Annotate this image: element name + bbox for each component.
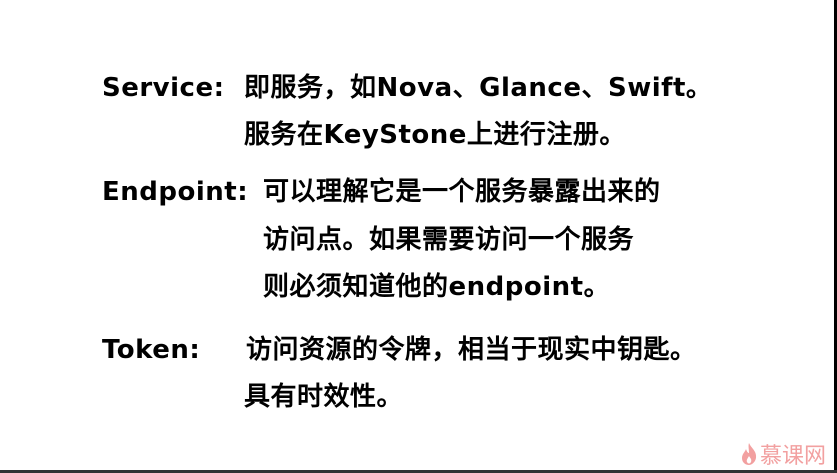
- watermark-text: 慕课网: [760, 444, 827, 469]
- flame-icon: [742, 443, 757, 465]
- token-line-1: 访问资源的令牌，相当于现实中钥匙。: [246, 335, 697, 365]
- token-line-2: 具有时效性。: [244, 382, 404, 412]
- watermark-logo: 慕课网: [741, 438, 826, 470]
- endpoint-line-3: 则必须知道他的endpoint。: [263, 272, 611, 302]
- endpoint-line-2: 访问点。如果需要访问一个服务: [263, 225, 635, 255]
- token-label: Token:: [102, 335, 201, 365]
- endpoint-line-1: 可以理解它是一个服务暴露出来的: [263, 177, 661, 207]
- service-line-1: 即服务，如Nova、Glance、Swift。: [244, 73, 713, 103]
- service-label: Service:: [102, 73, 225, 103]
- service-line-2: 服务在KeyStone上进行注册。: [244, 120, 626, 150]
- endpoint-label: Endpoint:: [102, 177, 249, 207]
